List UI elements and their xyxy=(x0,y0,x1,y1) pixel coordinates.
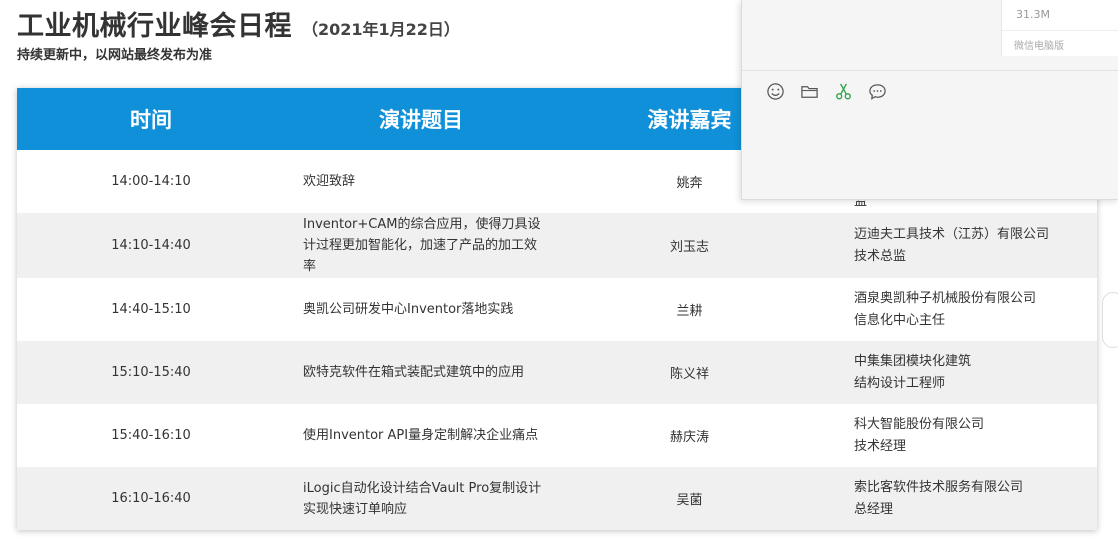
file-message-card[interactable]: 31.3M 微信电脑版 xyxy=(1001,0,1118,56)
row-topic: Inventor+CAM的综合应用，使得刀具设计过程更加智能化，加速了产品的加工… xyxy=(303,217,541,274)
scissors-icon[interactable] xyxy=(834,82,853,101)
row-company: 迈迪夫工具技术（江苏）有限公司 技术总监 xyxy=(822,224,1097,268)
row-speaker: 刘玉志 xyxy=(669,240,709,255)
row-company: 科大智能股份有限公司 技术经理 xyxy=(822,414,1097,458)
row-company-role: 结构设计工程师 xyxy=(854,375,946,391)
row-time: 14:40-15:10 xyxy=(111,302,191,317)
table-row: 15:40-16:10 使用Inventor API量身定制解决企业痛点 赫庆涛… xyxy=(17,404,1097,467)
row-company-role: 技术经理 xyxy=(854,438,907,454)
chat-toolbar xyxy=(766,82,887,101)
row-company: 酒泉奥凯种子机械股份有限公司 信息化中心主任 xyxy=(822,288,1097,332)
table-row: 14:10-14:40 Inventor+CAM的综合应用，使得刀具设计过程更加… xyxy=(17,213,1097,278)
table-row: 16:10-16:40 iLogic自动化设计结合Vault Pro复制设计 实… xyxy=(17,467,1097,530)
emoji-icon[interactable] xyxy=(766,82,785,101)
row-company-role: 技术总监 xyxy=(854,248,907,264)
page-title-text: 工业机械行业峰会日程 xyxy=(17,11,292,42)
row-time: 16:10-16:40 xyxy=(111,491,191,506)
page-subtitle: 持续更新中，以网站最终发布为准 xyxy=(17,48,213,63)
row-topic: 欧特克软件在箱式装配式建筑中的应用 xyxy=(303,365,525,380)
row-topic: 欢迎致辞 xyxy=(303,174,356,189)
row-speaker: 陈义祥 xyxy=(669,367,709,382)
row-company: 索比客软件技术服务有限公司 总经理 xyxy=(822,477,1097,521)
side-scroll-handle[interactable] xyxy=(1102,292,1118,348)
row-time: 15:10-15:40 xyxy=(111,365,191,380)
row-company-name: 酒泉奥凯种子机械股份有限公司 xyxy=(854,290,1037,306)
file-source: 微信电脑版 xyxy=(1002,30,1118,56)
folder-icon[interactable] xyxy=(800,82,819,101)
header-time: 时间 xyxy=(130,108,172,132)
row-company: 中集集团模块化建筑 结构设计工程师 xyxy=(822,351,1097,395)
table-row: 15:10-15:40 欧特克软件在箱式装配式建筑中的应用 陈义祥 中集集团模块… xyxy=(17,341,1097,404)
row-speaker: 兰耕 xyxy=(676,304,703,319)
row-topic: 奥凯公司研发中心Inventor落地实践 xyxy=(303,302,514,317)
row-company-role: 信息化中心主任 xyxy=(854,312,946,328)
row-time: 15:40-16:10 xyxy=(111,428,191,443)
row-time: 14:00-14:10 xyxy=(111,174,191,189)
chat-icon[interactable] xyxy=(868,82,887,101)
row-company-name: 科大智能股份有限公司 xyxy=(854,416,985,432)
row-speaker: 赫庆涛 xyxy=(669,430,709,445)
row-topic: iLogic自动化设计结合Vault Pro复制设计 实现快速订单响应 xyxy=(303,480,542,517)
file-size: 31.3M xyxy=(1016,8,1050,21)
wechat-message-area: 31.3M 微信电脑版 xyxy=(742,0,1118,71)
page-title: 工业机械行业峰会日程 （2021年1月22日） xyxy=(17,4,460,43)
table-row: 14:40-15:10 奥凯公司研发中心Inventor落地实践 兰耕 酒泉奥凯… xyxy=(17,278,1097,341)
row-company-name: 迈迪夫工具技术（江苏）有限公司 xyxy=(854,226,1050,242)
row-company-role: 总经理 xyxy=(854,501,894,517)
row-company-name: 索比客软件技术服务有限公司 xyxy=(854,479,1024,495)
row-time: 14:10-14:40 xyxy=(111,238,191,253)
page-date: （2021年1月22日） xyxy=(302,20,460,39)
row-speaker: 吴菌 xyxy=(676,493,703,508)
header-topic: 演讲题目 xyxy=(379,108,463,132)
chat-input-area[interactable] xyxy=(742,115,1118,199)
row-company-name: 中集集团模块化建筑 xyxy=(854,353,972,369)
wechat-chat-panel: 31.3M 微信电脑版 xyxy=(741,0,1118,200)
row-topic: 使用Inventor API量身定制解决企业痛点 xyxy=(303,428,539,443)
